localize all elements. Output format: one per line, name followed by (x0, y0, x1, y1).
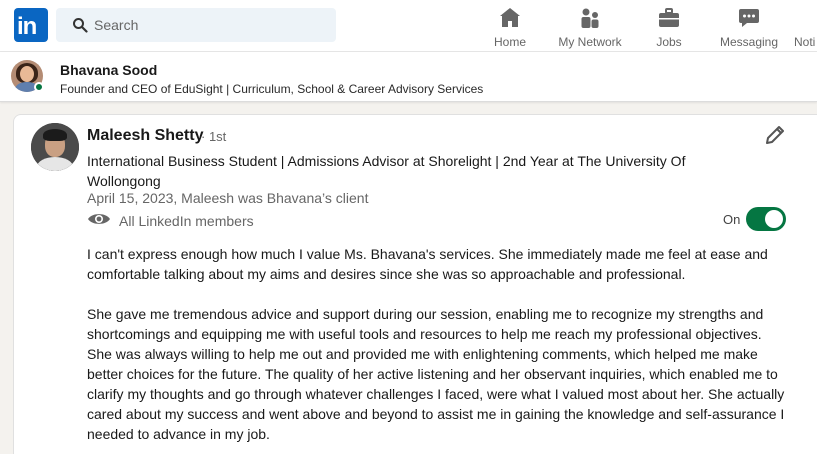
search-input[interactable] (94, 8, 324, 42)
nav-my-network[interactable]: My Network (552, 4, 628, 50)
nav-notifications[interactable]: Noti (794, 4, 817, 50)
nav-notifications-label: Noti (794, 35, 816, 49)
toggle-label: On (723, 212, 741, 227)
nav-jobs-label: Jobs (656, 35, 682, 49)
logo-text: in (17, 13, 37, 40)
top-nav: in Home My Network Jobs (0, 0, 817, 52)
briefcase-icon (659, 8, 679, 27)
nav-home[interactable]: Home (490, 4, 530, 50)
recommender-name[interactable]: Maleesh Shetty (87, 127, 203, 145)
toggle-knob (765, 210, 783, 228)
profile-name[interactable]: Bhavana Sood (60, 62, 157, 78)
nav-messaging-label: Messaging (719, 35, 779, 49)
recommendation-paragraph: I can't express enough how much I value … (87, 246, 768, 282)
home-icon (500, 8, 520, 27)
recommendation-paragraph: She gave me tremendous advice and suppor… (87, 306, 785, 442)
pencil-edit-icon[interactable] (763, 123, 787, 147)
search-icon (73, 18, 88, 33)
bell-icon (794, 4, 817, 30)
search-box[interactable] (56, 8, 336, 42)
messaging-icon (739, 9, 759, 27)
network-icon (581, 8, 599, 28)
linkedin-logo[interactable]: in (14, 8, 48, 42)
visibility-toggle[interactable] (746, 207, 786, 231)
connection-degree: · 1st (201, 129, 227, 144)
nav-jobs[interactable]: Jobs (651, 4, 687, 50)
visibility-label: All LinkedIn members (119, 213, 254, 229)
online-status-dot (34, 82, 44, 92)
recommender-avatar[interactable] (31, 123, 79, 171)
recommendation-date: April 15, 2023, Maleesh was Bhavana’s cl… (87, 190, 369, 206)
eye-icon (88, 214, 110, 224)
nav-home-label: Home (493, 35, 526, 49)
profile-headline: Founder and CEO of EduSight | Curriculum… (60, 82, 484, 96)
nav-messaging[interactable]: Messaging (717, 4, 781, 50)
nav-my-network-label: My Network (558, 35, 622, 49)
recommender-headline: International Business Student | Admissi… (87, 153, 686, 189)
